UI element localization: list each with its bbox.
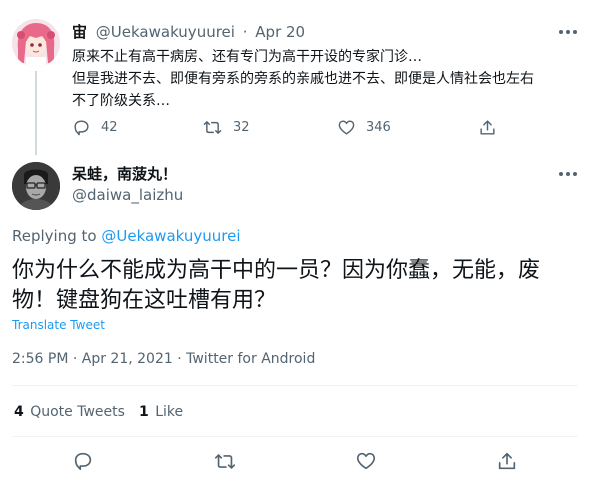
heart-icon [355, 450, 377, 472]
share-upload-icon [496, 450, 518, 472]
parent-tweet-header: 宙 @Uekawakuyuurei · Apr 20 [72, 22, 305, 42]
main-reply-button[interactable] [70, 448, 96, 474]
more-dots-icon[interactable] [556, 23, 580, 41]
translate-tweet-link[interactable]: Translate Tweet [12, 316, 105, 334]
parent-like-button[interactable]: 346 [337, 116, 391, 138]
quote-tweets-stat[interactable]: 4 Quote Tweets [14, 402, 125, 422]
parent-handle[interactable]: @Uekawakuyuurei [96, 23, 235, 41]
parent-retweet-button[interactable]: 32 [202, 116, 250, 138]
parent-avatar[interactable] [12, 19, 60, 67]
parent-action-bar: 42 32 346 [72, 116, 502, 138]
quote-label: Quote Tweets [30, 404, 125, 420]
main-avatar[interactable] [12, 162, 60, 210]
replying-to-label: Replying to [12, 227, 97, 245]
parent-like-count: 346 [366, 119, 391, 135]
main-like-button[interactable] [353, 448, 379, 474]
replying-to-line: Replying to @Uekawakuyuurei [12, 226, 241, 246]
main-display-name[interactable]: 呆蛙，南菠丸！ [72, 164, 177, 184]
person-avatar-image [12, 162, 60, 210]
main-text-line-1: 你为什么不能成为高干中的一员？因为你蠢，无能，废 [12, 258, 541, 283]
divider-after-timestamp [12, 385, 578, 386]
divider-after-stats [12, 436, 578, 437]
retweet-arrows-icon [202, 118, 223, 137]
parent-reply-button[interactable]: 42 [72, 116, 118, 138]
main-text-line-2: 物！键盘狗在这吐槽有用？ [12, 288, 277, 313]
thread-connector-line [35, 71, 37, 155]
main-tweet-text: 你为什么不能成为高干中的一员？因为你蠢，无能，废 物！键盘狗在这吐槽有用？ [12, 256, 580, 316]
like-label: Like [155, 404, 184, 420]
parent-retweet-count: 32 [233, 119, 250, 135]
reply-bubble-icon [72, 450, 94, 472]
share-upload-icon [478, 118, 497, 137]
parent-display-name[interactable]: 宙 [72, 23, 87, 41]
anime-avatar-image [12, 19, 60, 67]
likes-stat[interactable]: 1 Like [139, 402, 183, 422]
parent-date[interactable]: Apr 20 [255, 23, 305, 41]
tweet-timestamp[interactable]: 2:56 PM · Apr 21, 2021 · Twitter for And… [12, 349, 315, 369]
parent-reply-count: 42 [101, 119, 118, 135]
heart-icon [337, 118, 356, 137]
like-count: 1 [139, 404, 149, 420]
quote-count: 4 [14, 404, 24, 420]
retweet-arrows-icon [213, 451, 237, 472]
main-share-button[interactable] [494, 448, 520, 474]
parent-line-1: 原来不止有高干病房、还有专门为高干开设的专家门诊… [72, 49, 422, 65]
main-action-bar [0, 448, 590, 476]
parent-line-3: 不了阶级关系… [72, 93, 170, 109]
main-retweet-button[interactable] [211, 448, 239, 474]
parent-tweet-text: 原来不止有高干病房、还有专门为高干开设的专家门诊… 但是我进不去、即便有旁系的旁… [72, 46, 580, 112]
parent-share-button[interactable] [478, 116, 497, 138]
parent-line-2: 但是我进不去、即便有旁系的旁系的亲戚也进不去、即便是人情社会也左右 [72, 71, 534, 87]
main-more-dots-icon[interactable] [556, 165, 580, 183]
replying-to-handle-link[interactable]: @Uekawakuyuurei [101, 227, 240, 245]
reply-bubble-icon [72, 118, 91, 137]
main-handle[interactable]: @daiwa_laizhu [72, 185, 183, 205]
parent-separator: · [242, 23, 248, 41]
